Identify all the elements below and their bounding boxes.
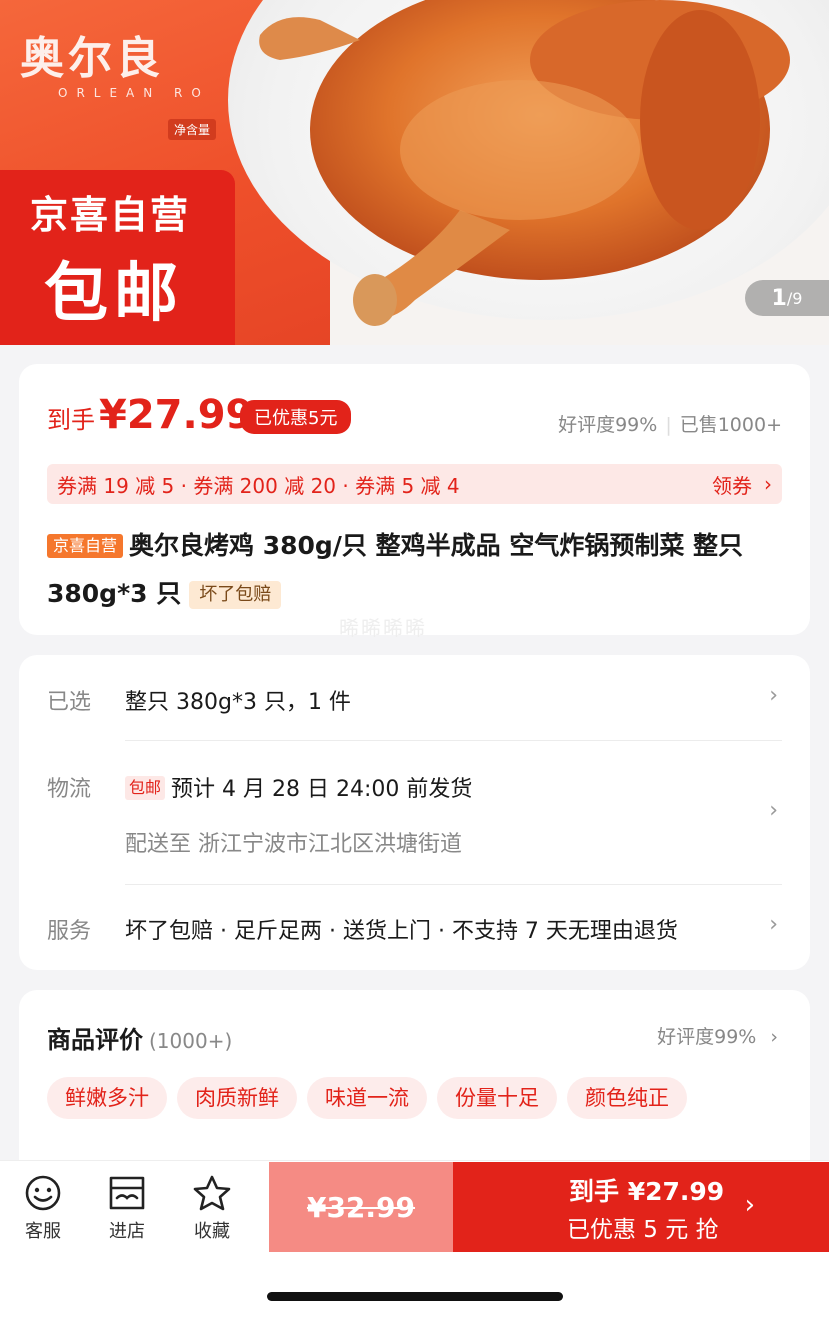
price-stats: 好评度99% | 已售1000+ xyxy=(558,414,782,436)
brand-net-weight: 净含量 xyxy=(168,119,217,140)
logistics-value: 预计 4 月 28 日 24:00 前发货 xyxy=(171,777,473,802)
get-coupon-link[interactable]: 领券 xyxy=(712,470,752,499)
service-value: 坏了包赔 · 足斤足两 · 送货上门 · 不支持 7 天无理由退货 xyxy=(125,919,678,944)
buy-discount: 已优惠 5 元 抢 xyxy=(567,1217,719,1243)
service-label: 服务 xyxy=(47,919,92,944)
sold-count: 已售1000+ xyxy=(679,414,782,436)
customer-service-label: 客服 xyxy=(25,1221,61,1242)
self-operated-tag: 京喜自营 xyxy=(47,534,124,558)
image-page-indicator: 1 /9 xyxy=(745,280,829,316)
price-value: ¥27.99 xyxy=(99,392,254,438)
divider xyxy=(125,740,782,741)
page-total: /9 xyxy=(786,288,803,308)
page-current: 1 xyxy=(771,285,787,311)
original-price-button[interactable]: ¥32.99 xyxy=(269,1162,453,1252)
review-tags: 鲜嫩多汁 肉质新鲜 味道一流 份量十足 颜色纯正 xyxy=(47,1077,687,1119)
original-price: ¥32.99 xyxy=(306,1190,416,1224)
review-tag[interactable]: 份量十足 xyxy=(437,1077,557,1119)
product-image-carousel[interactable]: 奥尔良 ORLEAN RO 净含量 京喜自营 包邮 1 /9 xyxy=(0,0,829,345)
guarantee-tag: 坏了包赔 xyxy=(189,581,282,609)
brand-title: 奥尔良 xyxy=(20,33,164,84)
brand-subtitle: ORLEAN RO xyxy=(58,86,210,100)
chevron-right-icon: › xyxy=(764,472,772,496)
review-tag[interactable]: 鲜嫩多汁 xyxy=(47,1077,167,1119)
info-card: 已选 整只 380g*3 只，1 件 › 物流 包邮 预计 4 月 28 日 24… xyxy=(19,655,810,970)
chevron-right-icon: › xyxy=(769,912,778,937)
chevron-right-icon: › xyxy=(744,1190,755,1220)
price-prefix: 到手 xyxy=(47,406,95,434)
roast-chicken-image xyxy=(259,0,790,326)
favorite-button[interactable]: 收藏 xyxy=(182,1173,242,1243)
buy-price: 到手 ¥27.99 xyxy=(569,1177,725,1206)
store-icon xyxy=(97,1173,157,1213)
badge-line2: 包邮 xyxy=(44,257,184,331)
star-icon xyxy=(182,1173,242,1213)
favorite-label: 收藏 xyxy=(194,1221,230,1242)
review-header[interactable]: 商品评价 (1000+) xyxy=(47,1020,232,1055)
product-title: 奥尔良烤鸡 380g/只 整鸡半成品 空气炸锅预制菜 整只 380g*3 只 xyxy=(47,531,744,608)
enter-store-button[interactable]: 进店 xyxy=(97,1173,157,1243)
badge-line1: 京喜自营 xyxy=(30,193,191,237)
chevron-right-icon: › xyxy=(769,798,778,823)
discount-chip: 已优惠5元 xyxy=(240,400,352,434)
selected-label: 已选 xyxy=(47,690,92,715)
divider xyxy=(125,884,782,885)
review-rating: 好评度99% xyxy=(657,1026,757,1048)
review-title: 商品评价 xyxy=(47,1026,143,1054)
review-tag[interactable]: 味道一流 xyxy=(307,1077,427,1119)
watermark-text: 晞晞晞晞 xyxy=(339,616,427,640)
price-card: 到手 ¥27.99 已优惠5元 好评度99% | 已售1000+ 券满 19 减 5… xyxy=(19,364,810,640)
review-count: (1000+) xyxy=(149,1029,233,1053)
buy-now-button[interactable]: 到手 ¥27.99 已优惠 5 元 抢 › xyxy=(453,1162,829,1252)
review-tag[interactable]: 肉质新鲜 xyxy=(177,1077,297,1119)
jx-self-operated-badge: 京喜自营 包邮 xyxy=(0,170,235,345)
chevron-right-icon: › xyxy=(770,1026,778,1048)
rating-text: 好评度99% xyxy=(558,414,658,436)
logistics-label: 物流 xyxy=(47,777,92,802)
review-tag[interactable]: 颜色纯正 xyxy=(567,1077,687,1119)
delivery-address: 配送至 浙江宁波市江北区洪塘街道 xyxy=(125,832,462,857)
logistics-value-line: 包邮 预计 4 月 28 日 24:00 前发货 xyxy=(125,771,472,803)
review-rating-link[interactable]: 好评度99% › xyxy=(657,1022,778,1049)
enter-store-label: 进店 xyxy=(109,1221,145,1242)
customer-service-button[interactable]: 客服 xyxy=(13,1173,73,1243)
free-shipping-tag: 包邮 xyxy=(125,776,166,800)
price-row: 到手 ¥27.99 xyxy=(47,392,253,438)
home-indicator xyxy=(267,1292,563,1301)
smile-chat-icon xyxy=(13,1173,73,1213)
coupon-bar[interactable]: 券满 19 减 5 · 券满 200 减 20 · 券满 5 减 4 领券 › xyxy=(47,464,782,504)
coupon-text: 券满 19 减 5 · 券满 200 减 20 · 券满 5 减 4 xyxy=(57,473,460,498)
selected-value: 整只 380g*3 只，1 件 xyxy=(125,690,351,715)
product-title-block: 京喜自营 奥尔良烤鸡 380g/只 整鸡半成品 空气炸锅预制菜 整只 380g*3… xyxy=(47,522,787,618)
chevron-right-icon: › xyxy=(769,683,778,708)
